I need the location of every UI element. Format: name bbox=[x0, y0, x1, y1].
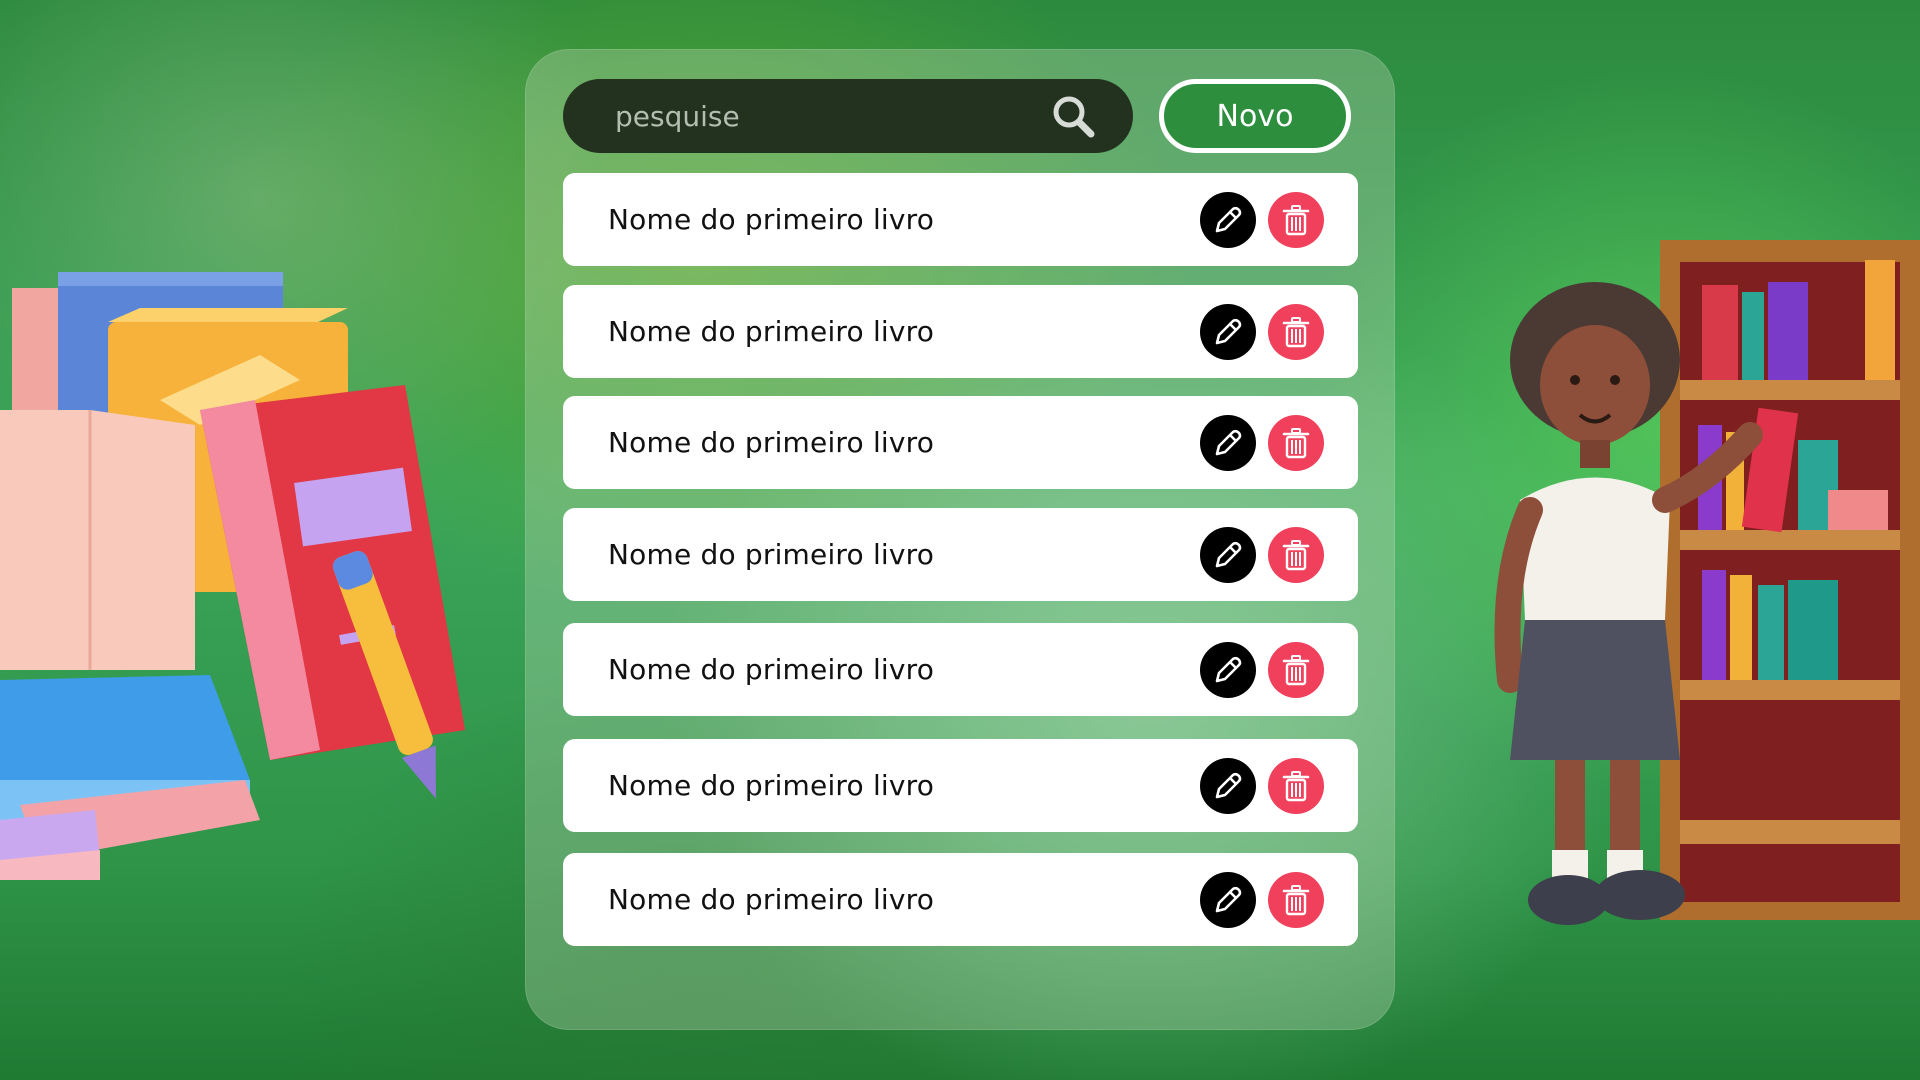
edit-button[interactable] bbox=[1200, 191, 1256, 248]
book-list-panel: Novo Nome do primeiro livro bbox=[525, 49, 1395, 1030]
trash-icon bbox=[1282, 884, 1310, 915]
edit-button[interactable] bbox=[1200, 871, 1256, 928]
trash-icon bbox=[1282, 204, 1310, 235]
book-row: Nome do primeiro livro bbox=[563, 853, 1358, 946]
trash-icon bbox=[1282, 316, 1310, 347]
edit-button[interactable] bbox=[1200, 303, 1256, 360]
pencil-icon bbox=[1215, 541, 1242, 567]
book-title: Nome do primeiro livro bbox=[608, 538, 935, 571]
pencil-icon bbox=[1215, 206, 1242, 232]
pencil-icon bbox=[1215, 429, 1242, 455]
delete-button[interactable] bbox=[1268, 303, 1324, 360]
trash-icon bbox=[1282, 654, 1310, 685]
delete-button[interactable] bbox=[1268, 871, 1324, 928]
book-title: Nome do primeiro livro bbox=[608, 315, 935, 348]
girl-bookshelf-illustration bbox=[1494, 240, 1920, 925]
edit-button[interactable] bbox=[1200, 414, 1256, 471]
pencil-icon bbox=[1215, 318, 1242, 344]
new-book-button[interactable]: Novo bbox=[1159, 79, 1351, 153]
book-title: Nome do primeiro livro bbox=[608, 883, 935, 916]
pencil-icon bbox=[1215, 886, 1242, 912]
delete-button[interactable] bbox=[1268, 414, 1324, 471]
delete-button[interactable] bbox=[1268, 641, 1324, 698]
edit-button[interactable] bbox=[1200, 526, 1256, 583]
book-row: Nome do primeiro livro bbox=[563, 173, 1358, 266]
delete-button[interactable] bbox=[1268, 757, 1324, 814]
edit-button[interactable] bbox=[1200, 641, 1256, 698]
book-title: Nome do primeiro livro bbox=[608, 769, 935, 802]
book-title: Nome do primeiro livro bbox=[608, 426, 935, 459]
app-background: Novo Nome do primeiro livro bbox=[0, 0, 1920, 1080]
book-row: Nome do primeiro livro bbox=[563, 623, 1358, 716]
search-bar bbox=[563, 78, 1133, 154]
books-illustration bbox=[0, 272, 465, 880]
delete-button[interactable] bbox=[1268, 191, 1324, 248]
search-icon[interactable] bbox=[1043, 86, 1103, 146]
search-input[interactable] bbox=[563, 78, 1043, 154]
pencil-icon bbox=[1215, 656, 1242, 682]
delete-button[interactable] bbox=[1268, 526, 1324, 583]
book-row: Nome do primeiro livro bbox=[563, 508, 1358, 601]
edit-button[interactable] bbox=[1200, 757, 1256, 814]
book-title: Nome do primeiro livro bbox=[608, 653, 935, 686]
trash-icon bbox=[1282, 770, 1310, 801]
book-title: Nome do primeiro livro bbox=[608, 203, 935, 236]
book-row: Nome do primeiro livro bbox=[563, 285, 1358, 378]
pencil-icon bbox=[1215, 772, 1242, 798]
trash-icon bbox=[1282, 427, 1310, 458]
book-row: Nome do primeiro livro bbox=[563, 396, 1358, 489]
book-row: Nome do primeiro livro bbox=[563, 739, 1358, 832]
trash-icon bbox=[1282, 539, 1310, 570]
